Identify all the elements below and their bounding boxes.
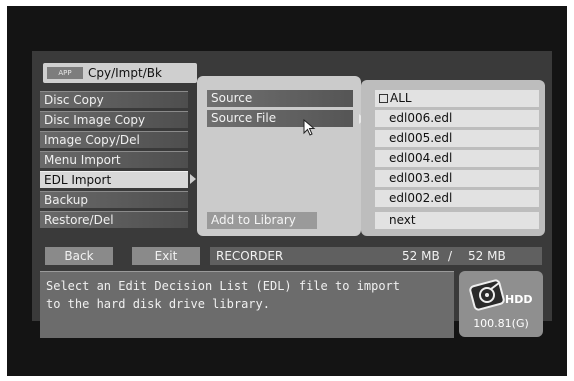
hdd-capacity: 100.81(G)	[473, 317, 529, 330]
app-badge: APP	[47, 67, 83, 79]
help-message-line-2: to the hard disk drive library.	[46, 297, 270, 311]
app-header: APP Cpy/Impt/Bk	[43, 63, 197, 83]
file-item-edl002[interactable]: edl002.edl	[375, 190, 539, 207]
exit-button[interactable]: Exit	[132, 247, 200, 265]
file-item-all[interactable]: ALL	[375, 90, 539, 107]
hdd-info-box: HDD 100.81(G)	[459, 271, 543, 337]
back-button[interactable]: Back	[45, 247, 113, 265]
menu-item-edl-import[interactable]: EDL Import	[40, 171, 188, 188]
file-item-edl004[interactable]: edl004.edl	[375, 150, 539, 167]
menu-item-disc-image-copy[interactable]: Disc Image Copy	[40, 111, 188, 128]
help-message-box: Select an Edit Decision List (EDL) file …	[40, 271, 454, 338]
help-message-line-1: Select an Edit Decision List (EDL) file …	[46, 279, 401, 293]
recorder-label: RECORDER	[216, 249, 284, 263]
recorder-separator: /	[448, 249, 453, 263]
hard-disk-icon	[469, 279, 505, 311]
option-source[interactable]: Source	[207, 90, 353, 107]
menu-item-disc-copy[interactable]: Disc Copy	[40, 91, 188, 108]
menu-item-backup[interactable]: Backup	[40, 191, 188, 208]
hdd-label: HDD	[505, 293, 533, 306]
menu-item-menu-import[interactable]: Menu Import	[40, 151, 188, 168]
file-item-edl006[interactable]: edl006.edl	[375, 110, 539, 127]
menu-item-restore-del[interactable]: Restore/Del	[40, 211, 188, 228]
recorder-status-bar: RECORDER 52 MB / 52 MB	[210, 247, 542, 265]
app-title: Cpy/Impt/Bk	[88, 66, 162, 80]
menu-arrow-right-icon	[190, 174, 196, 184]
mouse-cursor-icon	[303, 119, 316, 136]
file-item-edl003[interactable]: edl003.edl	[375, 170, 539, 187]
file-list-next[interactable]: next	[375, 212, 539, 229]
file-item-edl005[interactable]: edl005.edl	[375, 130, 539, 147]
recorder-used-space: 52 MB	[402, 249, 440, 263]
recorder-screen: APP Cpy/Impt/Bk Disc Copy Disc Image Cop…	[7, 6, 567, 376]
recorder-total-space: 52 MB	[468, 249, 506, 263]
add-to-library-button[interactable]: Add to Library	[207, 212, 317, 229]
file-item-label: ALL	[390, 91, 412, 105]
option-source-file[interactable]: Source File	[207, 110, 353, 127]
menu-item-image-copy-del[interactable]: Image Copy/Del	[40, 131, 188, 148]
checkbox-icon[interactable]	[379, 94, 388, 103]
